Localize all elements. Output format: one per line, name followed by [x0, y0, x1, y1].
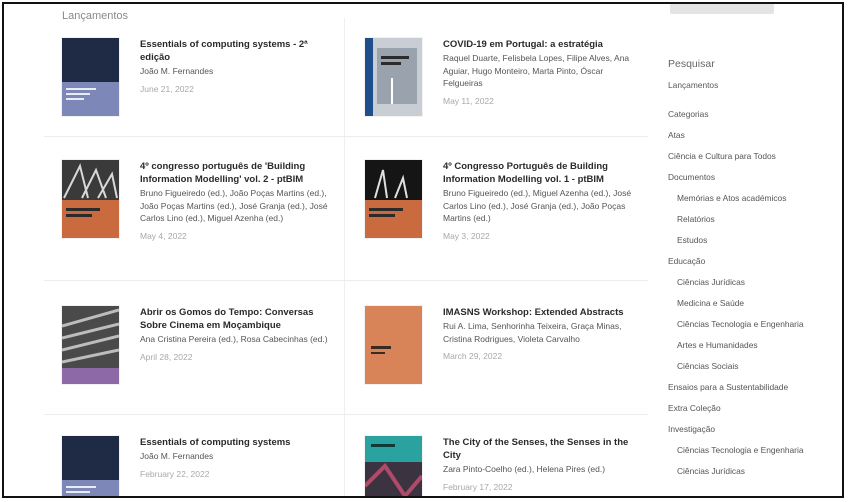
sidebar-category-item[interactable]: Artes e Humanidades: [668, 340, 842, 361]
sidebar-search-link[interactable]: Lançamentos: [668, 80, 842, 101]
sidebar-category-item[interactable]: Ciências Jurídicas: [668, 277, 842, 298]
book-authors: Raquel Duarte, Felisbela Lopes, Filipe A…: [443, 53, 630, 88]
category-list: Atas Ciência e Cultura para Todos Document…: [668, 130, 842, 487]
sidebar-category-item[interactable]: Ensaios para a Sustentabilidade: [668, 382, 842, 403]
book-date: June 21, 2022: [140, 83, 194, 94]
book-cover-image: [365, 306, 422, 384]
book-cover-image: [62, 436, 119, 496]
book-authors: Rui A. Lima, Senhorinha Teixeira, Graça …: [443, 321, 622, 344]
book-cover-image: [365, 38, 422, 116]
book-title[interactable]: COVID-19 em Portugal: a estratégia: [443, 38, 635, 51]
book-cover[interactable]: [365, 306, 422, 384]
book-info: IMASNS Workshop: Extended Abstracts Rui …: [443, 306, 635, 361]
sidebar-category-item[interactable]: Extra Coleção: [668, 403, 842, 424]
book-cover[interactable]: [62, 160, 119, 238]
book-date: March 29, 2022: [443, 351, 503, 361]
book-date: April 28, 2022: [140, 351, 193, 362]
book-info: Essentials of computing systems João M. …: [140, 436, 332, 479]
book-cover[interactable]: [365, 38, 422, 116]
book-date: May 11, 2022: [443, 95, 494, 106]
book-info: Abrir os Gomos do Tempo: Conversas Sobre…: [140, 306, 332, 362]
row-divider: [44, 136, 648, 137]
book-title[interactable]: Essentials of computing systems - 2ª edi…: [140, 38, 332, 64]
sidebar-category-item[interactable]: Memórias e Atos académicos: [668, 193, 842, 214]
sidebar-category-item[interactable]: Ciência e Cultura para Todos: [668, 151, 842, 172]
book-authors: Zara Pinto-Coelho (ed.), Helena Pires (e…: [443, 464, 606, 474]
book-title[interactable]: 4º congresso português de 'Building Info…: [140, 160, 332, 186]
book-info: 4º Congresso Português de Building Infor…: [443, 160, 635, 241]
book-title[interactable]: IMASNS Workshop: Extended Abstracts: [443, 306, 635, 319]
sidebar-category-item[interactable]: Medicina e Saúde: [668, 298, 842, 319]
book-authors: João M. Fernandes: [140, 66, 214, 76]
book-cover[interactable]: [62, 436, 119, 496]
book-info: Essentials of computing systems - 2ª edi…: [140, 38, 332, 94]
book-cover[interactable]: [62, 38, 119, 116]
book-title[interactable]: The City of the Senses, the Senses in th…: [443, 436, 635, 462]
sidebar: Pesquisar Lançamentos Categorias Atas Ciê…: [668, 58, 842, 487]
sidebar-category-item[interactable]: Documentos: [668, 172, 842, 193]
sidebar-category-item[interactable]: Investigação: [668, 424, 842, 445]
sidebar-category-item[interactable]: Ciências Tecnologia e Engenharia: [668, 319, 842, 340]
book-date: May 3, 2022: [443, 230, 490, 241]
page-frame: Lançamentos Essentials of computing syst…: [2, 2, 844, 498]
sidebar-category-item[interactable]: Estudos: [668, 235, 842, 256]
book-date: February 17, 2022: [443, 481, 513, 492]
book-cover-image: [365, 436, 422, 496]
book-authors: João M. Fernandes: [140, 451, 214, 461]
book-authors: Bruno Figueiredo (ed.), Miguel Azenha (e…: [443, 188, 632, 223]
book-cover[interactable]: [365, 436, 422, 496]
row-divider: [44, 280, 648, 281]
search-heading: Pesquisar: [668, 58, 715, 70]
sidebar-category-item[interactable]: Atas: [668, 130, 842, 151]
search-box[interactable]: [670, 4, 774, 14]
column-divider: [344, 18, 345, 496]
sidebar-category-item[interactable]: Ciências Tecnologia e Engenharia: [668, 445, 842, 466]
book-date: May 4, 2022: [140, 230, 187, 241]
book-authors: Bruno Figueiredo (ed.), João Poças Marti…: [140, 188, 328, 223]
categories-heading: Categorias: [668, 109, 709, 119]
sidebar-category-item[interactable]: Ciências Jurídicas: [668, 466, 842, 487]
book-cover-image: [62, 38, 119, 116]
row-divider: [44, 414, 648, 415]
book-title[interactable]: Abrir os Gomos do Tempo: Conversas Sobre…: [140, 306, 332, 332]
book-cover-image: [62, 160, 119, 238]
book-date: February 22, 2022: [140, 468, 210, 479]
book-cover-image: [62, 306, 119, 384]
sidebar-category-item[interactable]: Relatórios: [668, 214, 842, 235]
section-label: Lançamentos: [62, 10, 129, 22]
book-title[interactable]: Essentials of computing systems: [140, 436, 332, 449]
book-cover[interactable]: [62, 306, 119, 384]
book-info: COVID-19 em Portugal: a estratégia Raque…: [443, 38, 635, 106]
book-authors: Ana Cristina Pereira (ed.), Rosa Cabecin…: [140, 334, 328, 344]
book-info: The City of the Senses, the Senses in th…: [443, 436, 635, 492]
sidebar-category-item[interactable]: Ciências Sociais: [668, 361, 842, 382]
book-cover-image: [365, 160, 422, 238]
book-info: 4º congresso português de 'Building Info…: [140, 160, 332, 241]
sidebar-category-item[interactable]: Educação: [668, 256, 842, 277]
book-cover[interactable]: [365, 160, 422, 238]
book-title[interactable]: 4º Congresso Português de Building Infor…: [443, 160, 635, 186]
